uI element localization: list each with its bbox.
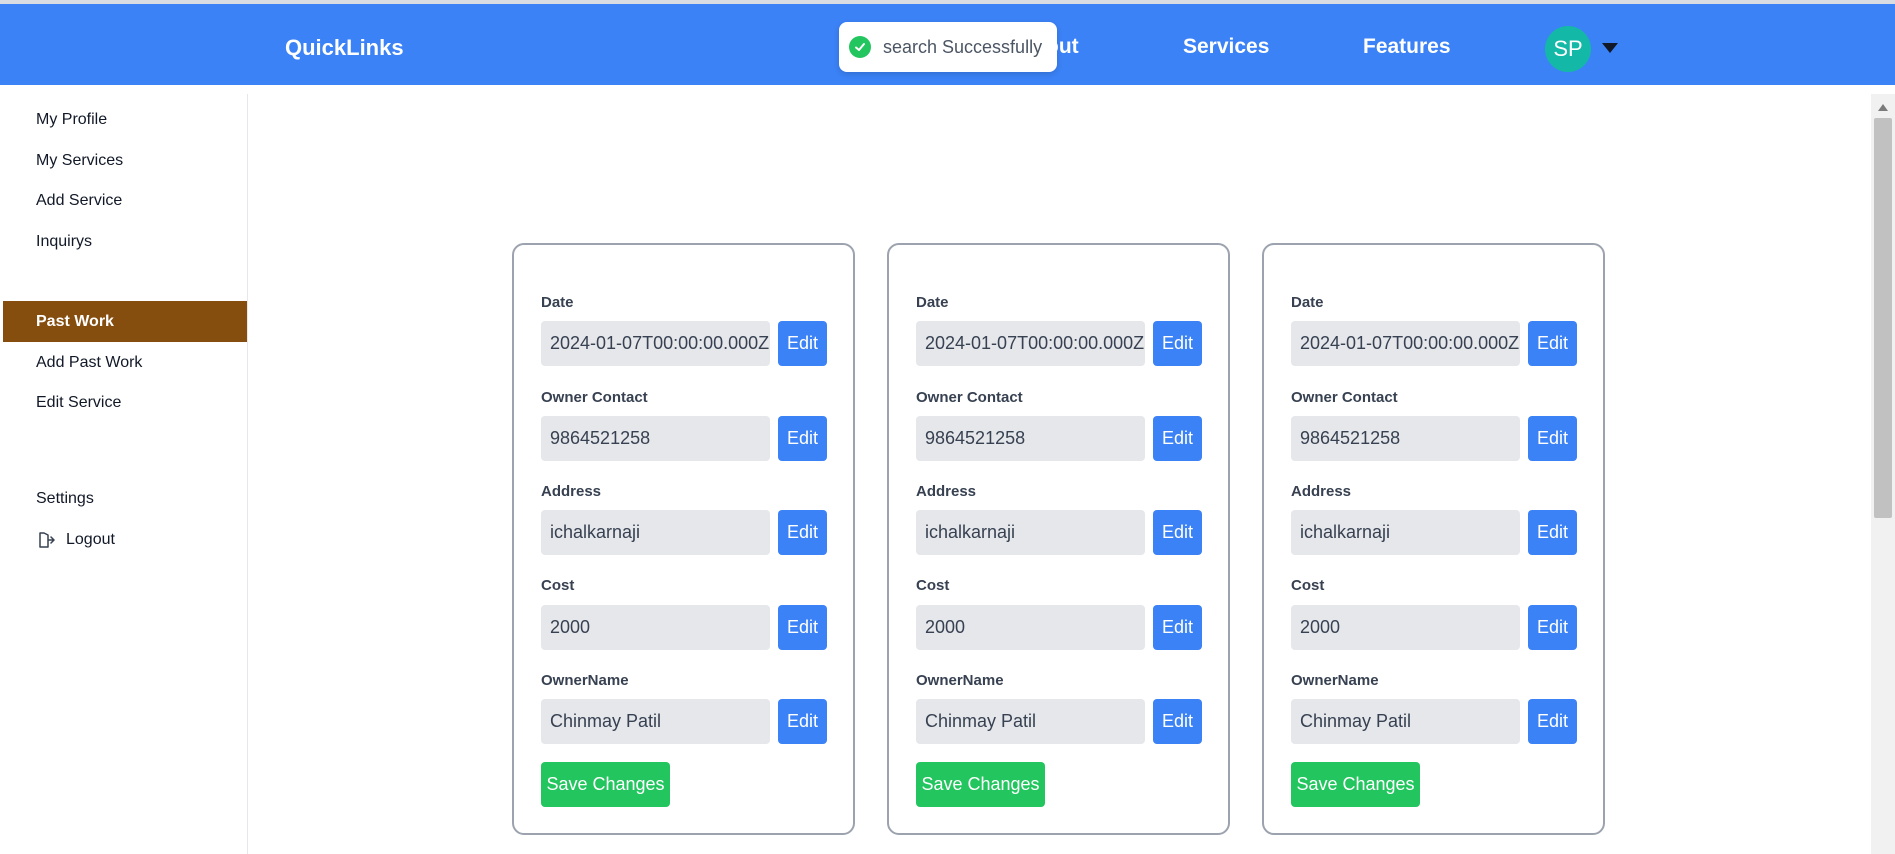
sidebar-item-past-work[interactable]: Past Work [3, 301, 247, 342]
sidebar-item-label: Add Past Work [36, 353, 143, 371]
field-label-address: Address [1291, 483, 1352, 500]
date-field[interactable]: 2024-01-07T00:00:00.000Z [541, 321, 770, 366]
address-field[interactable]: ichalkarnaji [916, 510, 1145, 555]
save-changes-button[interactable]: Save Changes [916, 762, 1045, 807]
edit-owner-contact-button[interactable]: Edit [778, 416, 827, 461]
date-field[interactable]: 2024-01-07T00:00:00.000Z [1291, 321, 1520, 366]
edit-address-button[interactable]: Edit [1528, 510, 1577, 555]
sidebar-item-label: Settings [36, 489, 94, 507]
field-label-date: Date [1291, 294, 1324, 311]
edit-date-button[interactable]: Edit [1153, 321, 1202, 366]
edit-owner-name-button[interactable]: Edit [1528, 699, 1577, 744]
sidebar: My Profile My Services Add Service Inqui… [0, 94, 248, 854]
edit-owner-name-button[interactable]: Edit [1153, 699, 1202, 744]
field-label-owner-name: OwnerName [1291, 672, 1379, 689]
nav-link-services[interactable]: Services [1183, 35, 1269, 59]
sidebar-item-label: My Services [36, 151, 124, 169]
logout-icon [36, 530, 56, 550]
edit-cost-button[interactable]: Edit [778, 605, 827, 650]
toast-message: search Successfully [883, 36, 1043, 57]
scroll-up-icon[interactable] [1878, 104, 1888, 111]
owner-name-field[interactable]: Chinmay Patil [541, 699, 770, 744]
field-label-owner-contact: Owner Contact [541, 389, 648, 406]
cost-field[interactable]: 2000 [541, 605, 770, 650]
edit-address-button[interactable]: Edit [778, 510, 827, 555]
sidebar-item-label: Add Service [36, 191, 123, 209]
sidebar-item-logout[interactable]: Logout [3, 519, 247, 560]
address-field[interactable]: ichalkarnaji [541, 510, 770, 555]
vertical-scrollbar[interactable] [1871, 94, 1895, 854]
sidebar-item-label: Past Work [36, 312, 114, 330]
edit-date-button[interactable]: Edit [1528, 321, 1577, 366]
field-label-date: Date [916, 294, 949, 311]
scroll-thumb[interactable] [1874, 118, 1892, 518]
address-field[interactable]: ichalkarnaji [1291, 510, 1520, 555]
edit-cost-button[interactable]: Edit [1153, 605, 1202, 650]
edit-owner-contact-button[interactable]: Edit [1153, 416, 1202, 461]
sidebar-item-add-service[interactable]: Add Service [3, 180, 247, 221]
field-label-owner-contact: Owner Contact [916, 389, 1023, 406]
edit-date-button[interactable]: Edit [778, 321, 827, 366]
cost-field[interactable]: 2000 [916, 605, 1145, 650]
owner-name-field[interactable]: Chinmay Patil [916, 699, 1145, 744]
owner-contact-field[interactable]: 9864521258 [1291, 416, 1520, 461]
date-field[interactable]: 2024-01-07T00:00:00.000Z [916, 321, 1145, 366]
edit-owner-contact-button[interactable]: Edit [1528, 416, 1577, 461]
sidebar-item-edit-service[interactable]: Edit Service [3, 382, 247, 423]
brand-logo[interactable]: QuickLinks [285, 35, 404, 61]
save-changes-button[interactable]: Save Changes [1291, 762, 1420, 807]
save-changes-button[interactable]: Save Changes [541, 762, 670, 807]
field-label-cost: Cost [1291, 577, 1325, 594]
field-label-address: Address [916, 483, 977, 500]
avatar[interactable]: SP [1545, 26, 1591, 72]
past-work-card: Date 2024-01-07T00:00:00.000Z Edit Owner… [887, 243, 1230, 835]
owner-name-field[interactable]: Chinmay Patil [1291, 699, 1520, 744]
toast-notification: search Successfully [839, 22, 1057, 72]
sidebar-item-add-past-work[interactable]: Add Past Work [3, 342, 247, 383]
nav-link-features[interactable]: Features [1363, 35, 1451, 59]
field-label-cost: Cost [541, 577, 575, 594]
sidebar-item-label: Logout [66, 530, 115, 548]
edit-address-button[interactable]: Edit [1153, 510, 1202, 555]
sidebar-item-my-services[interactable]: My Services [3, 140, 247, 181]
sidebar-item-label: Edit Service [36, 393, 122, 411]
field-label-date: Date [541, 294, 574, 311]
past-work-card: Date 2024-01-07T00:00:00.000Z Edit Owner… [1262, 243, 1605, 835]
field-label-address: Address [541, 483, 602, 500]
owner-contact-field[interactable]: 9864521258 [541, 416, 770, 461]
check-circle-icon [849, 36, 871, 58]
cost-field[interactable]: 2000 [1291, 605, 1520, 650]
sidebar-item-my-profile[interactable]: My Profile [3, 99, 247, 140]
field-label-owner-name: OwnerName [541, 672, 629, 689]
sidebar-item-label: My Profile [36, 110, 108, 128]
field-label-cost: Cost [916, 577, 950, 594]
edit-cost-button[interactable]: Edit [1528, 605, 1577, 650]
sidebar-item-label: Inquirys [36, 232, 93, 250]
field-label-owner-contact: Owner Contact [1291, 389, 1398, 406]
sidebar-item-settings[interactable]: Settings [3, 478, 247, 519]
field-label-owner-name: OwnerName [916, 672, 1004, 689]
edit-owner-name-button[interactable]: Edit [778, 699, 827, 744]
owner-contact-field[interactable]: 9864521258 [916, 416, 1145, 461]
chevron-down-icon[interactable] [1602, 43, 1618, 53]
sidebar-item-inquirys[interactable]: Inquirys [3, 221, 247, 262]
past-work-card: Date 2024-01-07T00:00:00.000Z Edit Owner… [512, 243, 855, 835]
